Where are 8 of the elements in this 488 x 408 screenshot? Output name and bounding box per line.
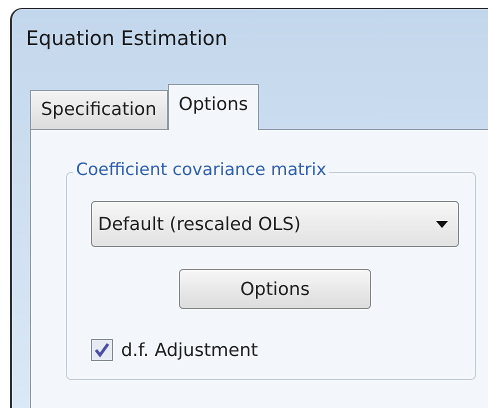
checkbox-label: d.f. Adjustment [121,340,258,360]
options-button[interactable]: Options [179,269,371,309]
caret-icon [436,220,448,228]
tab[interactable]: Options [168,84,260,130]
checkbox[interactable] [91,339,113,361]
tab[interactable]: Specification [30,90,168,129]
window-title: Equation Estimation [26,26,228,50]
dropdown[interactable]: Default (rescaled OLS) [91,201,459,247]
